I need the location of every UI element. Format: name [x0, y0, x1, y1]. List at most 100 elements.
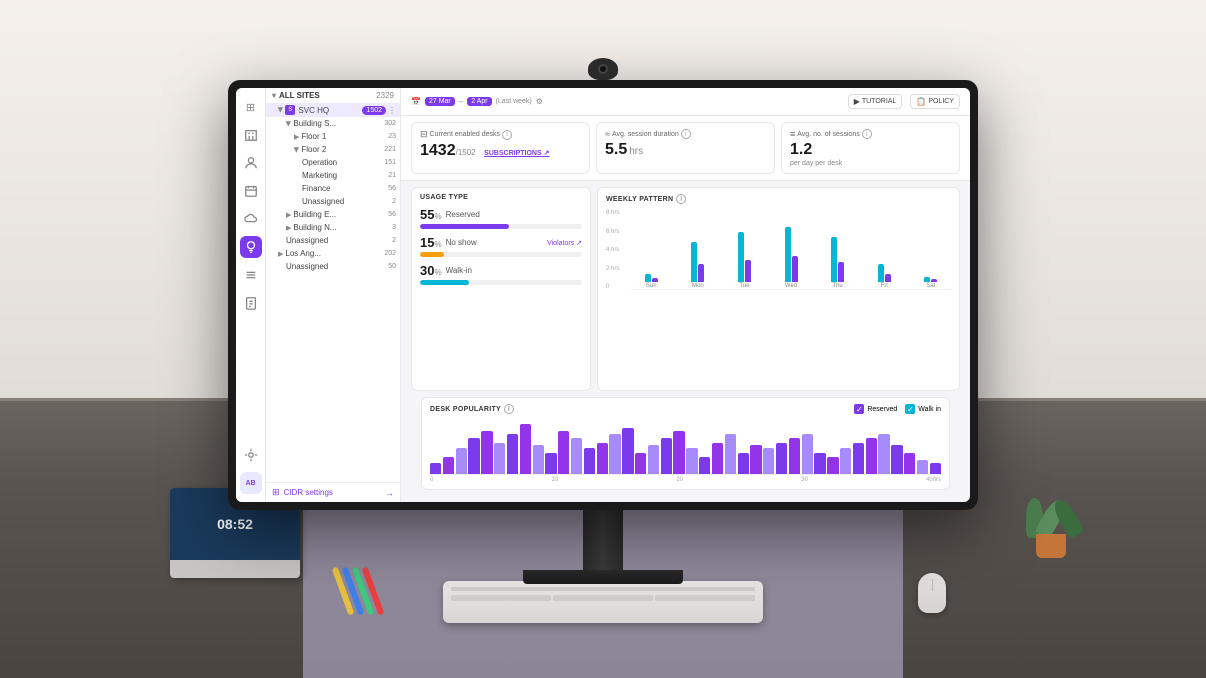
- violators-link[interactable]: Violators ↗: [547, 239, 582, 247]
- tree-item-marketing[interactable]: Marketing 21: [266, 169, 400, 182]
- info-icon-1[interactable]: i: [502, 130, 512, 140]
- main-content: 📅 27 Mar – 2 Apr (Last week) ⚙ ▶ TUTORIA…: [401, 88, 970, 502]
- day-label-mon: Mon: [692, 283, 704, 289]
- chevron-svc-hq: ▶: [277, 107, 285, 112]
- floor1-label: Floor 1: [301, 132, 386, 141]
- checkbox-reserved[interactable]: ✓: [854, 404, 864, 414]
- metric-enabled-desks: ⊟ Current enabled desks i 1432/1502 SUBS…: [411, 122, 590, 174]
- plant-pot: [1036, 534, 1066, 558]
- popularity-bar: [866, 438, 877, 474]
- tree-item-unassigned-f2[interactable]: Unassigned 2: [266, 195, 400, 208]
- popularity-bar: [520, 424, 531, 474]
- svc-icon: S: [285, 105, 295, 115]
- popularity-bar: [712, 443, 723, 474]
- tree-item-building-n[interactable]: ▶ Building N... 3: [266, 221, 400, 234]
- day-wed: Wed: [771, 227, 812, 289]
- usage-type-card: USAGE TYPE 55% Reserved: [411, 187, 591, 391]
- bar-mon-walkin: [698, 264, 704, 282]
- list-icon[interactable]: [240, 264, 262, 286]
- building-e-label: Building E...: [293, 210, 386, 219]
- popularity-bar: [597, 443, 608, 474]
- day-label-fri: Fri: [881, 283, 888, 289]
- tree-item-unassigned-svc[interactable]: Unassigned 2: [266, 234, 400, 247]
- tree-item-los-ang[interactable]: ▶ Los Ang... 202: [266, 247, 400, 260]
- tree-item-finance[interactable]: Finance 56: [266, 182, 400, 195]
- popularity-bar: [802, 434, 813, 474]
- finance-label: Finance: [302, 184, 386, 193]
- tree-item-unassigned-la[interactable]: Unassigned 50: [266, 260, 400, 273]
- operation-label: Operation: [302, 158, 382, 167]
- info-icon-2[interactable]: i: [681, 129, 691, 139]
- table-icon: ⊞: [272, 487, 280, 498]
- chevron-floor2: ▶: [293, 147, 301, 152]
- home-icon[interactable]: ⊞: [240, 96, 262, 118]
- building-e-count: 56: [388, 211, 396, 218]
- weekly-chart-area: 8 hrs 6 hrs 4 hrs 2 hrs 0: [606, 210, 951, 305]
- svc-hq-label: SVC HQ: [298, 106, 360, 115]
- people-icon[interactable]: [240, 152, 262, 174]
- calendar-icon[interactable]: [240, 180, 262, 202]
- legend-walkin-label: Walk in: [918, 406, 941, 413]
- top-bar-right: ▶ TUTORIAL 📋 POLICY: [848, 94, 960, 109]
- monitor-screen: ⊞: [236, 88, 970, 502]
- building-s-count: 302: [384, 120, 396, 127]
- popularity-bar: [494, 443, 505, 474]
- reserved-bar: [420, 224, 509, 229]
- tree-item-floor2[interactable]: ▶ Floor 2 221: [266, 143, 400, 156]
- date-end: 2 Apr: [467, 97, 491, 106]
- user-avatar[interactable]: AB: [240, 472, 262, 494]
- popularity-bar: [661, 438, 672, 474]
- tree-item-building-e[interactable]: ▶ Building E... 56: [266, 208, 400, 221]
- metric-value-2: 5.5hrs: [605, 142, 766, 158]
- bulb-icon[interactable]: [240, 236, 262, 258]
- chevron-building-n: ▶: [286, 224, 291, 232]
- bar-sat-reserved: [924, 277, 930, 282]
- popularity-bar: [840, 448, 851, 474]
- chevron-floor1: ▶: [294, 133, 299, 141]
- chevron-building-s: ▶: [285, 121, 293, 126]
- popularity-bar: [673, 431, 684, 474]
- unassigned-la-count: 50: [388, 263, 396, 270]
- bar-sun-walkin: [652, 278, 658, 282]
- info-icon-weekly[interactable]: i: [676, 194, 686, 204]
- tree-item-svc-hq[interactable]: ▶ S SVC HQ 1502 ⋮: [266, 103, 400, 117]
- tree-item-floor1[interactable]: ▶ Floor 1 23: [266, 130, 400, 143]
- metric-value-1: 1432/1502 SUBSCRIPTIONS ↗: [420, 143, 581, 159]
- day-label-wed: Wed: [785, 283, 797, 289]
- tree-item-building-s[interactable]: ▶ Building S... 302: [266, 117, 400, 130]
- top-bar: 📅 27 Mar – 2 Apr (Last week) ⚙ ▶ TUTORIA…: [401, 88, 970, 116]
- usage-type-title: USAGE TYPE: [420, 194, 582, 201]
- popularity-bar: [584, 448, 595, 474]
- usage-noshow: 15% No show Violators ↗: [420, 235, 582, 257]
- info-icon-3[interactable]: i: [862, 129, 872, 139]
- walkin-bar: [420, 280, 469, 285]
- finance-count: 56: [388, 185, 396, 192]
- doc-icon[interactable]: [240, 292, 262, 314]
- info-icon-popularity[interactable]: i: [504, 404, 514, 414]
- los-ang-label: Los Ang...: [285, 249, 382, 258]
- unassigned-f2-count: 2: [392, 198, 396, 205]
- tree-item-operation[interactable]: Operation 151: [266, 156, 400, 169]
- cidr-settings-footer[interactable]: ⊞ CIDR settings →: [266, 482, 400, 502]
- subscriptions-link[interactable]: SUBSCRIPTIONS ↗: [484, 150, 549, 157]
- cidr-arrow: →: [385, 488, 394, 498]
- bar-sat-walkin: [931, 279, 937, 282]
- building-icon[interactable]: [240, 124, 262, 146]
- y-axis: 8 hrs 6 hrs 4 hrs 2 hrs 0: [606, 210, 619, 290]
- svc-hq-dots[interactable]: ⋮: [388, 106, 396, 115]
- policy-label: POLICY: [928, 98, 954, 105]
- calendar-icon-header: 📅: [411, 97, 421, 106]
- cloud-icon[interactable]: [240, 208, 262, 230]
- weekly-pattern-title: WEEKLY PATTERN i: [606, 194, 951, 204]
- bar-thu-reserved: [831, 237, 837, 282]
- bar-mon-reserved: [691, 242, 697, 282]
- policy-button[interactable]: 📋 POLICY: [910, 94, 960, 109]
- desk-popularity-card: DESK POPULARITY i ✓ Reserved: [421, 397, 950, 490]
- settings-icon[interactable]: [240, 444, 262, 466]
- popularity-bar: [443, 457, 454, 474]
- tutorial-button[interactable]: ▶ TUTORIAL: [848, 94, 903, 109]
- checkbox-walkin[interactable]: ✓: [905, 404, 915, 414]
- date-settings-icon[interactable]: ⚙: [536, 97, 543, 106]
- webcam: [588, 58, 618, 80]
- unassigned-svc-label: Unassigned: [286, 236, 390, 245]
